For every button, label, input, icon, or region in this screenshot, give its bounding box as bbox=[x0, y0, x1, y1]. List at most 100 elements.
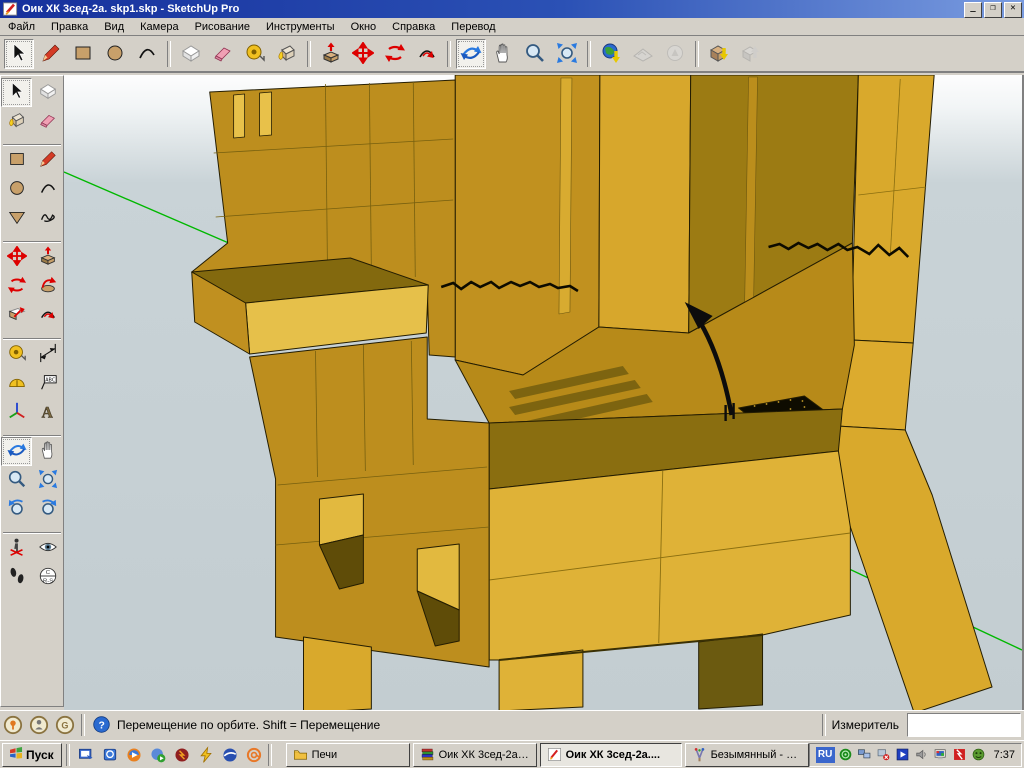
tape-measure-tool-button[interactable] bbox=[240, 39, 270, 69]
ql-mail-icon[interactable] bbox=[244, 745, 264, 765]
menu-правка[interactable]: Правка bbox=[43, 19, 96, 35]
orbit-tool-button[interactable] bbox=[1, 437, 32, 466]
rectangle-tool-button[interactable] bbox=[1, 146, 32, 175]
3d-text-tool-button[interactable]: A bbox=[32, 398, 63, 427]
start-button[interactable]: Пуск bbox=[2, 743, 62, 767]
restore-button[interactable]: ❐ bbox=[984, 2, 1002, 18]
rectangle-tool-button[interactable] bbox=[68, 39, 98, 69]
paint-bucket-tool-button[interactable] bbox=[272, 39, 302, 69]
zoom-tool-button[interactable] bbox=[1, 466, 32, 495]
tray-dm-icon[interactable] bbox=[838, 747, 854, 763]
pan-tool-button[interactable] bbox=[32, 437, 63, 466]
geo-person-icon[interactable] bbox=[29, 715, 49, 735]
move-tool-button[interactable] bbox=[1, 243, 32, 272]
menu-вид[interactable]: Вид bbox=[96, 19, 132, 35]
follow-me-tool-button[interactable] bbox=[32, 272, 63, 301]
rotate-tool-button[interactable] bbox=[380, 39, 410, 69]
zoom-tool-button[interactable] bbox=[520, 39, 550, 69]
zoom-previous-tool-button[interactable] bbox=[1, 495, 32, 524]
taskbar-task-2[interactable]: Оик ХК 3сед-2а. ... bbox=[413, 743, 537, 767]
geo-credit-icon[interactable]: G bbox=[55, 715, 75, 735]
walk-tool-button[interactable] bbox=[1, 563, 32, 592]
arc-tool-button[interactable] bbox=[132, 39, 162, 69]
orbit-tool-button[interactable] bbox=[456, 39, 486, 69]
axes-tool-button[interactable] bbox=[1, 398, 32, 427]
text-tool-button[interactable]: ABC bbox=[32, 369, 63, 398]
ql-desktop-icon[interactable] bbox=[76, 745, 96, 765]
menu-инструменты[interactable]: Инструменты bbox=[258, 19, 343, 35]
ql-lightning-icon[interactable] bbox=[196, 745, 216, 765]
rotate-icon bbox=[7, 275, 27, 298]
menu-окно[interactable]: Окно bbox=[343, 19, 385, 35]
share-models-tool-button[interactable] bbox=[736, 39, 766, 69]
paint-icon bbox=[692, 747, 707, 762]
tray-guard-icon[interactable] bbox=[971, 747, 987, 763]
minimize-button[interactable]: _ bbox=[964, 2, 982, 18]
language-indicator[interactable]: RU bbox=[816, 747, 835, 763]
offset-tool-button[interactable] bbox=[32, 301, 63, 330]
eraser-tool-button[interactable] bbox=[32, 107, 63, 136]
paint-bucket-tool-button[interactable] bbox=[1, 107, 32, 136]
position-camera-tool-button[interactable] bbox=[1, 534, 32, 563]
geo-pin-icon[interactable] bbox=[3, 715, 23, 735]
tray-disp-icon[interactable] bbox=[933, 747, 949, 763]
move-tool-button[interactable] bbox=[348, 39, 378, 69]
terrain-tool-button[interactable] bbox=[628, 39, 658, 69]
zoom-extents-tool-button[interactable] bbox=[32, 466, 63, 495]
dimension-tool-button[interactable] bbox=[32, 340, 63, 369]
get-models-tool-button[interactable] bbox=[704, 39, 734, 69]
zoom-extents-tool-button[interactable] bbox=[552, 39, 582, 69]
tray-av-icon[interactable] bbox=[952, 747, 968, 763]
circle-tool-button[interactable] bbox=[100, 39, 130, 69]
menu-перевод[interactable]: Перевод bbox=[443, 19, 503, 35]
push-pull-tool-button[interactable] bbox=[32, 243, 63, 272]
freehand-tool-button[interactable] bbox=[32, 204, 63, 233]
ql-wmp-icon[interactable] bbox=[124, 745, 144, 765]
wall-slot-1 bbox=[234, 94, 245, 138]
look-around-tool-button[interactable] bbox=[32, 534, 63, 563]
menu-камера[interactable]: Камера bbox=[132, 19, 186, 35]
close-button[interactable]: ✕ bbox=[1004, 2, 1022, 18]
zoom-next-tool-button[interactable] bbox=[32, 495, 63, 524]
ql-browser-icon[interactable] bbox=[220, 745, 240, 765]
taskbar-task-3[interactable]: Оик ХК 3сед-2а.... bbox=[540, 743, 682, 767]
section-plane-tool-button[interactable]: CR-S bbox=[32, 563, 63, 592]
make-component-tool-button[interactable] bbox=[32, 78, 63, 107]
protractor-tool-button[interactable] bbox=[1, 369, 32, 398]
tray-play-icon[interactable] bbox=[895, 747, 911, 763]
scale-tool-button[interactable] bbox=[1, 301, 32, 330]
menu-файл[interactable]: Файл bbox=[0, 19, 43, 35]
circle-tool-button[interactable] bbox=[1, 175, 32, 204]
ql-ie-icon[interactable] bbox=[100, 745, 120, 765]
select-tool-button[interactable] bbox=[4, 39, 34, 69]
ql-winamp-icon[interactable] bbox=[172, 745, 192, 765]
viewport-3d-scene[interactable] bbox=[64, 75, 1022, 710]
line-tool-button[interactable] bbox=[32, 146, 63, 175]
tray-netoff-icon[interactable] bbox=[876, 747, 892, 763]
line-tool-button[interactable] bbox=[36, 39, 66, 69]
taskbar-task-1[interactable]: Печи bbox=[286, 743, 410, 767]
measurements-input[interactable] bbox=[907, 713, 1021, 737]
ql-play-icon[interactable] bbox=[148, 745, 168, 765]
menu-справка[interactable]: Справка bbox=[384, 19, 443, 35]
polygon-tool-button[interactable] bbox=[1, 204, 32, 233]
pan-tool-button[interactable] bbox=[488, 39, 518, 69]
taskbar-task-4[interactable]: Безымянный - Paint bbox=[685, 743, 809, 767]
offset-tool-button[interactable] bbox=[412, 39, 442, 69]
tray-vol-icon[interactable] bbox=[914, 747, 930, 763]
model-viewport[interactable] bbox=[64, 75, 1024, 710]
rotate-tool-button[interactable] bbox=[1, 272, 32, 301]
google-earth-tool-button[interactable] bbox=[596, 39, 626, 69]
help-icon[interactable]: ? bbox=[91, 715, 111, 735]
eraser-tool-button[interactable] bbox=[208, 39, 238, 69]
arc-tool-button[interactable] bbox=[32, 175, 63, 204]
tray-net-icon[interactable] bbox=[857, 747, 873, 763]
place-model-tool-button[interactable] bbox=[660, 39, 690, 69]
select-tool-button[interactable] bbox=[1, 78, 32, 107]
task-label: Безымянный - Paint bbox=[711, 749, 802, 761]
tape-measure-tool-button[interactable] bbox=[1, 340, 32, 369]
menu-рисование[interactable]: Рисование bbox=[187, 19, 258, 35]
push-pull-tool-button[interactable] bbox=[316, 39, 346, 69]
make-component-tool-button[interactable] bbox=[176, 39, 206, 69]
look-around-icon bbox=[38, 537, 58, 560]
